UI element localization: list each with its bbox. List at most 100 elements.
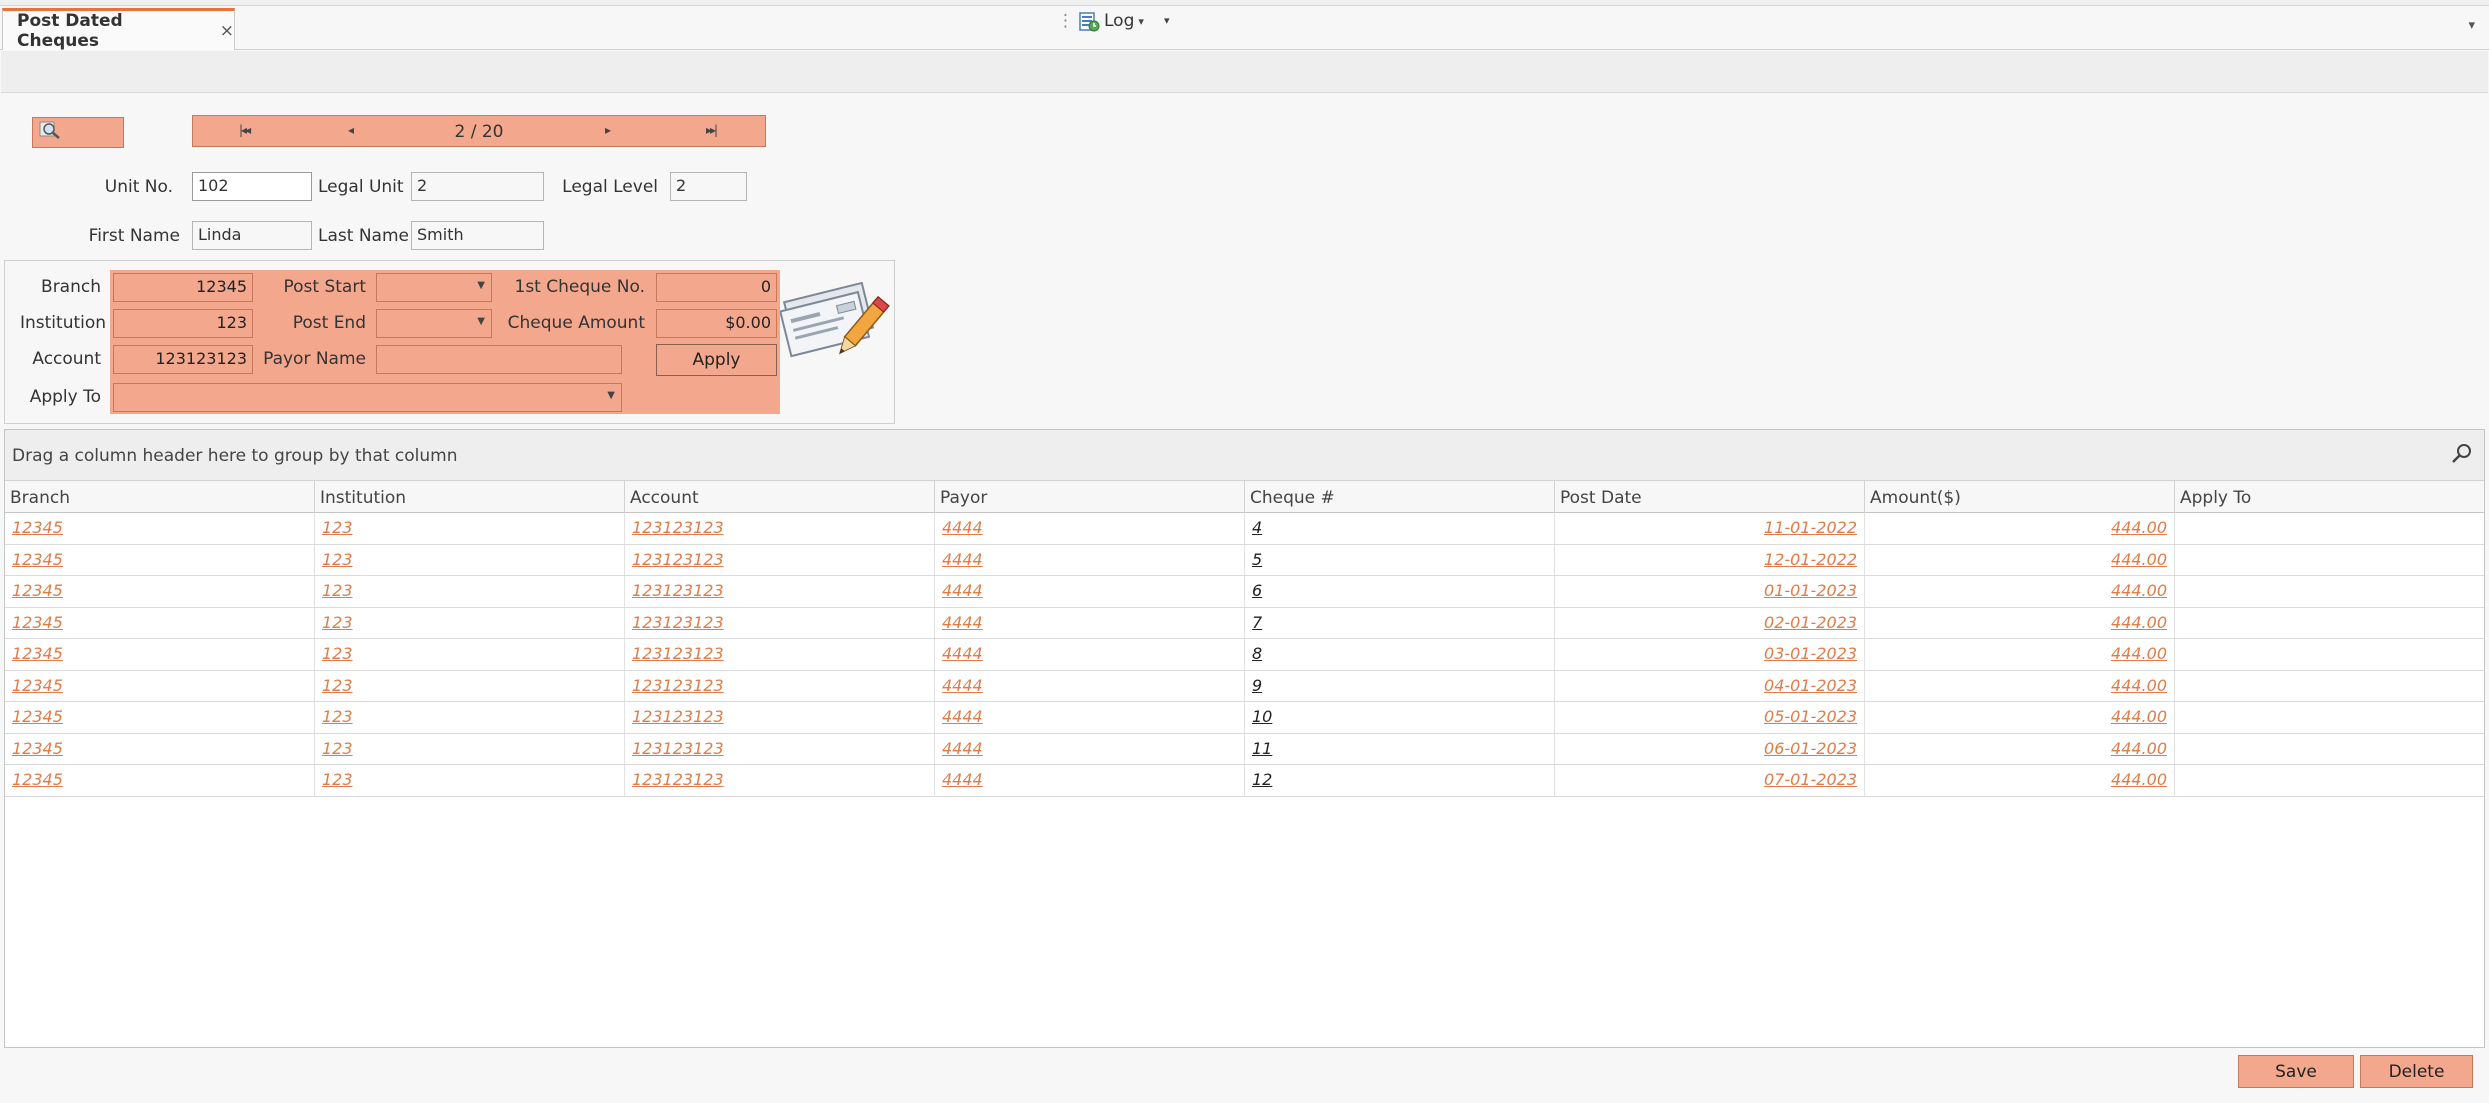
cell-amount[interactable]: 444.00 [1865,670,2175,701]
cell-post-date[interactable]: 02-01-2023 [1555,607,1865,638]
table-row[interactable]: 12345 123 123123123 4444 9 04-01-2023 44… [5,670,2484,702]
cell-payor[interactable]: 4444 [935,670,1245,701]
table-row[interactable]: 12345 123 123123123 4444 10 05-01-2023 4… [5,702,2484,734]
cell-cheque-no[interactable]: 7 [1245,607,1555,638]
cell-cheque-no[interactable]: 10 [1245,702,1555,733]
cell-post-date[interactable]: 12-01-2022 [1555,544,1865,575]
cell-apply-to[interactable] [2175,545,2484,576]
cell-apply-to[interactable] [2175,576,2484,607]
close-icon[interactable]: × [220,21,234,41]
branch-field[interactable]: 12345 [113,273,253,302]
cell-account[interactable]: 123123123 [625,576,935,607]
cell-branch[interactable]: 12345 [5,607,315,638]
delete-button[interactable]: Delete [2360,1055,2473,1088]
cell-institution[interactable]: 123 [315,733,625,764]
cell-post-date[interactable]: 04-01-2023 [1555,670,1865,701]
cell-apply-to[interactable] [2175,734,2484,765]
cell-payor[interactable]: 4444 [935,702,1245,733]
log-button[interactable]: Log ▾ [1078,8,1144,34]
cell-apply-to[interactable] [2175,671,2484,702]
last-record-icon[interactable]: ▸▸| [706,123,718,137]
cell-account[interactable]: 123123123 [625,607,935,638]
cell-institution[interactable]: 123 [315,702,625,733]
cell-post-date[interactable]: 03-01-2023 [1555,639,1865,670]
cell-branch[interactable]: 12345 [5,513,315,544]
cell-amount[interactable]: 444.00 [1865,576,2175,607]
cell-cheque-no[interactable]: 4 [1245,513,1555,544]
cell-cheque-no[interactable]: 12 [1245,765,1555,796]
cell-branch[interactable]: 12345 [5,639,315,670]
cell-branch[interactable]: 12345 [5,733,315,764]
cell-branch[interactable]: 12345 [5,765,315,796]
column-header-post-date[interactable]: Post Date [1555,481,1865,513]
column-header-payor[interactable]: Payor [935,481,1245,513]
cell-account[interactable]: 123123123 [625,513,935,544]
save-button[interactable]: Save [2238,1055,2354,1088]
cell-payor[interactable]: 4444 [935,639,1245,670]
apply-to-select[interactable]: ▼ [113,383,622,412]
cell-branch[interactable]: 12345 [5,576,315,607]
search-icon[interactable] [2450,442,2474,471]
payor-name-field[interactable] [376,345,622,374]
cell-payor[interactable]: 4444 [935,544,1245,575]
cell-cheque-no[interactable]: 8 [1245,639,1555,670]
cell-account[interactable]: 123123123 [625,639,935,670]
cell-account[interactable]: 123123123 [625,544,935,575]
search-button[interactable] [32,117,124,148]
cell-apply-to[interactable] [2175,702,2484,733]
column-header-account[interactable]: Account [625,481,935,513]
cell-institution[interactable]: 123 [315,544,625,575]
cell-institution[interactable]: 123 [315,639,625,670]
column-header-amount[interactable]: Amount($) [1865,481,2175,513]
cell-payor[interactable]: 4444 [935,576,1245,607]
tab-post-dated-cheques[interactable]: Post Dated Cheques × [2,8,235,51]
unit-no-field[interactable]: 102 [192,172,312,201]
cell-cheque-no[interactable]: 11 [1245,733,1555,764]
cell-amount[interactable]: 444.00 [1865,702,2175,733]
cell-institution[interactable]: 123 [315,765,625,796]
cell-cheque-no[interactable]: 5 [1245,544,1555,575]
table-row[interactable]: 12345 123 123123123 4444 12 07-01-2023 4… [5,765,2484,797]
table-row[interactable]: 12345 123 123123123 4444 8 03-01-2023 44… [5,639,2484,671]
cell-amount[interactable]: 444.00 [1865,765,2175,796]
table-row[interactable]: 12345 123 123123123 4444 4 11-01-2022 44… [5,513,2484,545]
cell-institution[interactable]: 123 [315,513,625,544]
cell-post-date[interactable]: 06-01-2023 [1555,733,1865,764]
table-row[interactable]: 12345 123 123123123 4444 7 02-01-2023 44… [5,607,2484,639]
cell-payor[interactable]: 4444 [935,765,1245,796]
cell-institution[interactable]: 123 [315,576,625,607]
cell-amount[interactable]: 444.00 [1865,733,2175,764]
cell-payor[interactable]: 4444 [935,607,1245,638]
next-record-icon[interactable]: ▸ [605,123,611,137]
cell-payor[interactable]: 4444 [935,513,1245,544]
cell-institution[interactable]: 123 [315,670,625,701]
cell-account[interactable]: 123123123 [625,733,935,764]
institution-field[interactable]: 123 [113,309,253,338]
cell-apply-to[interactable] [2175,765,2484,796]
cell-apply-to[interactable] [2175,608,2484,639]
post-end-select[interactable]: ▼ [376,309,492,338]
column-header-apply-to[interactable]: Apply To [2175,481,2484,513]
table-row[interactable]: 12345 123 123123123 4444 5 12-01-2022 44… [5,544,2484,576]
table-row[interactable]: 12345 123 123123123 4444 11 06-01-2023 4… [5,733,2484,765]
cell-apply-to[interactable] [2175,639,2484,670]
toolbar-more-dropdown-icon[interactable]: ▾ [1164,14,1170,27]
cell-account[interactable]: 123123123 [625,765,935,796]
cell-post-date[interactable]: 05-01-2023 [1555,702,1865,733]
cell-apply-to[interactable] [2175,513,2484,544]
cell-branch[interactable]: 12345 [5,544,315,575]
cell-institution[interactable]: 123 [315,607,625,638]
cell-post-date[interactable]: 07-01-2023 [1555,765,1865,796]
cell-account[interactable]: 123123123 [625,702,935,733]
cell-amount[interactable]: 444.00 [1865,513,2175,544]
cell-amount[interactable]: 444.00 [1865,639,2175,670]
cell-cheque-no[interactable]: 6 [1245,576,1555,607]
column-header-branch[interactable]: Branch [5,481,315,513]
group-by-panel[interactable]: Drag a column header here to group by th… [5,430,2484,481]
apply-button[interactable]: Apply [656,344,777,376]
cell-payor[interactable]: 4444 [935,733,1245,764]
cheque-amount-field[interactable]: $0.00 [656,309,777,338]
cell-post-date[interactable]: 01-01-2023 [1555,576,1865,607]
table-row[interactable]: 12345 123 123123123 4444 6 01-01-2023 44… [5,576,2484,608]
cell-account[interactable]: 123123123 [625,670,935,701]
